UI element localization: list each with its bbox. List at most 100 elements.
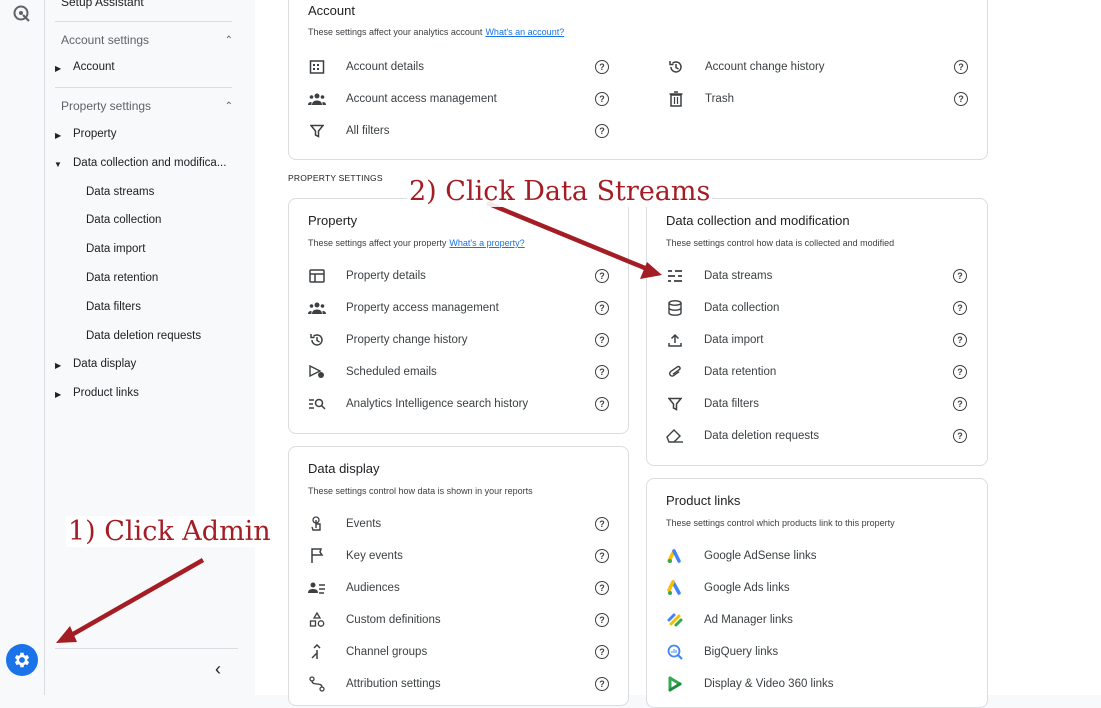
help-icon[interactable]: ? [595, 581, 609, 595]
row-label: Data retention [704, 366, 777, 378]
adsense-logo-icon [666, 547, 684, 565]
row-label: Account change history [705, 61, 825, 73]
row-label: Data import [704, 334, 764, 346]
account-card: Account These settings affect your analy… [288, 0, 988, 160]
scheduled-email-icon [308, 363, 326, 381]
row-label: Property details [346, 270, 426, 282]
caret-right-icon: ▶ [55, 131, 62, 140]
sidebar-item-data-collection-modification[interactable]: Data collection and modifica... [73, 157, 226, 169]
chevron-up-icon: ⌃ [224, 34, 233, 46]
help-icon[interactable]: ? [954, 92, 968, 106]
sidebar-item-property[interactable]: Property [73, 128, 116, 140]
display-video-360-links-row[interactable]: Display & Video 360 links [666, 672, 966, 696]
row-label: Data collection [704, 302, 780, 314]
help-icon[interactable]: ? [595, 677, 609, 691]
data-import-row[interactable]: Data import ? [666, 328, 967, 352]
section-label: Property settings [61, 99, 152, 113]
ad-manager-logo-icon [666, 611, 684, 629]
divider [55, 21, 232, 22]
property-access-management-row[interactable]: Property access management ? [308, 296, 609, 320]
property-details-row[interactable]: Property details ? [308, 264, 609, 288]
audiences-row[interactable]: Audiences ? [308, 576, 609, 600]
data-filters-row[interactable]: Data filters ? [666, 392, 967, 416]
google-adsense-links-row[interactable]: Google AdSense links [666, 544, 966, 568]
help-icon[interactable]: ? [595, 124, 609, 138]
help-icon[interactable]: ? [595, 517, 609, 531]
ad-manager-links-row[interactable]: Ad Manager links [666, 608, 966, 632]
whats-a-property-link[interactable]: What's a property? [449, 238, 524, 248]
help-icon[interactable]: ? [595, 301, 609, 315]
help-icon[interactable]: ? [595, 333, 609, 347]
help-icon[interactable]: ? [595, 92, 609, 106]
help-icon[interactable]: ? [953, 365, 967, 379]
help-icon[interactable]: ? [953, 429, 967, 443]
key-events-row[interactable]: Key events ? [308, 544, 609, 568]
card-description: These settings control how data is shown… [308, 486, 533, 496]
all-filters-row[interactable]: All filters ? [308, 119, 609, 143]
sidebar-setup-assistant[interactable]: Setup Assistant [61, 0, 144, 9]
card-title: Product links [666, 493, 741, 508]
help-icon[interactable]: ? [595, 613, 609, 627]
analytics-logo-icon[interactable] [12, 4, 32, 24]
admin-gear-icon[interactable] [6, 644, 38, 676]
main-content: Account These settings affect your analy… [255, 0, 1101, 708]
account-details-row[interactable]: Account details ? [308, 55, 609, 79]
caret-right-icon: ▶ [55, 64, 62, 73]
row-label: Property access management [346, 302, 499, 314]
paperclip-icon [666, 363, 684, 381]
data-collection-row[interactable]: Data collection ? [666, 296, 967, 320]
account-change-history-row[interactable]: Account change history ? [667, 55, 968, 79]
whats-an-account-link[interactable]: What's an account? [485, 27, 564, 37]
data-deletion-requests-row[interactable]: Data deletion requests ? [666, 424, 967, 448]
property-change-history-row[interactable]: Property change history ? [308, 328, 609, 352]
row-label: Attribution settings [346, 678, 441, 690]
filter-icon [308, 122, 326, 140]
search-history-icon [308, 395, 326, 413]
help-icon[interactable]: ? [595, 365, 609, 379]
row-label: Data filters [704, 398, 759, 410]
scheduled-emails-row[interactable]: Scheduled emails ? [308, 360, 609, 384]
help-icon[interactable]: ? [595, 549, 609, 563]
events-row[interactable]: Events ? [308, 512, 609, 536]
data-retention-row[interactable]: Data retention ? [666, 360, 967, 384]
help-icon[interactable]: ? [595, 645, 609, 659]
row-label: Scheduled emails [346, 366, 437, 378]
bigquery-links-row[interactable]: BigQuery links [666, 640, 966, 664]
sidebar-item-data-filters[interactable]: Data filters [86, 301, 141, 313]
display-video-360-logo-icon [666, 675, 684, 693]
history-icon [308, 331, 326, 349]
sidebar-item-data-display[interactable]: Data display [73, 358, 136, 370]
help-icon[interactable]: ? [953, 301, 967, 315]
collapse-sidebar-chevron-left-icon[interactable]: ‹ [215, 659, 221, 680]
data-streams-row[interactable]: Data streams ? [666, 264, 967, 288]
sidebar-item-data-import[interactable]: Data import [86, 243, 145, 255]
sidebar-item-data-collection[interactable]: Data collection [86, 214, 161, 226]
channel-groups-row[interactable]: Channel groups ? [308, 640, 609, 664]
help-icon[interactable]: ? [595, 269, 609, 283]
help-icon[interactable]: ? [954, 60, 968, 74]
sidebar-section-account-settings[interactable]: Account settings ⌃ [61, 33, 233, 47]
card-description: These settings affect your analytics acc… [308, 27, 565, 37]
account-access-management-row[interactable]: Account access management ? [308, 87, 609, 111]
sidebar-item-product-links[interactable]: Product links [73, 387, 139, 399]
analytics-intelligence-search-history-row[interactable]: Analytics Intelligence search history ? [308, 392, 609, 416]
help-icon[interactable]: ? [595, 397, 609, 411]
row-label: Custom definitions [346, 614, 441, 626]
help-icon[interactable]: ? [595, 60, 609, 74]
custom-definitions-row[interactable]: Custom definitions ? [308, 608, 609, 632]
sidebar-item-account[interactable]: Account [73, 61, 115, 73]
sidebar-item-data-streams[interactable]: Data streams [86, 186, 154, 198]
help-icon[interactable]: ? [953, 333, 967, 347]
sidebar-item-data-retention[interactable]: Data retention [86, 272, 158, 284]
sidebar-item-data-deletion-requests[interactable]: Data deletion requests [86, 330, 201, 342]
row-label: Trash [705, 93, 734, 105]
sidebar-section-property-settings[interactable]: Property settings ⌃ [61, 99, 233, 113]
help-icon[interactable]: ? [953, 269, 967, 283]
trash-row[interactable]: Trash ? [667, 87, 968, 111]
annotation-step-2: 2) Click Data Streams [407, 176, 713, 207]
google-ads-links-row[interactable]: Google Ads links [666, 576, 966, 600]
row-label: Account access management [346, 93, 497, 105]
help-icon[interactable]: ? [953, 397, 967, 411]
chevron-up-icon: ⌃ [224, 100, 233, 112]
attribution-settings-row[interactable]: Attribution settings ? [308, 672, 609, 696]
